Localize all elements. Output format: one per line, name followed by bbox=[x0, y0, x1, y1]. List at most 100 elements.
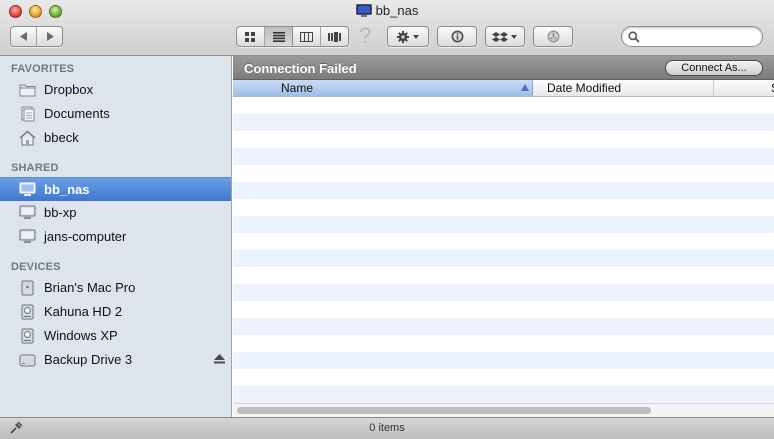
icon-view-button[interactable] bbox=[237, 27, 265, 46]
sidebar-section-devices: DEVICES bbox=[11, 261, 61, 273]
finder-window: bb_nas ? FAVORITES Dropbox Documents bbe… bbox=[0, 0, 774, 439]
sidebar-item-label: Backup Drive 3 bbox=[44, 352, 133, 367]
forward-button[interactable] bbox=[37, 27, 63, 46]
cover-flow-icon bbox=[328, 31, 341, 42]
sidebar-item-backup-drive-3[interactable]: Backup Drive 3 bbox=[0, 348, 231, 372]
computer-icon bbox=[19, 229, 36, 245]
column-header-size[interactable]: S bbox=[715, 80, 774, 96]
burn-button[interactable] bbox=[533, 26, 573, 47]
list-row-empty bbox=[233, 369, 774, 386]
list-row-empty bbox=[233, 216, 774, 233]
scrollbar-thumb[interactable] bbox=[237, 407, 651, 414]
action-menu-button[interactable] bbox=[387, 26, 429, 47]
sidebar-section-favorites: FAVORITES bbox=[11, 63, 75, 75]
sidebar-item-label: Kahuna HD 2 bbox=[44, 304, 123, 319]
back-arrow-icon bbox=[19, 32, 27, 41]
burn-icon bbox=[547, 30, 559, 43]
hard-drive-icon bbox=[19, 304, 36, 320]
mac-pro-icon bbox=[19, 280, 36, 296]
sidebar-item-windows-xp[interactable]: Windows XP bbox=[0, 324, 231, 348]
column-header-date-modified[interactable]: Date Modified bbox=[534, 80, 714, 96]
cover-flow-button[interactable] bbox=[321, 27, 349, 46]
list-row-empty bbox=[233, 250, 774, 267]
sidebar-item-kahuna-hd-2[interactable]: Kahuna HD 2 bbox=[0, 300, 231, 324]
eject-icon[interactable] bbox=[214, 354, 225, 364]
column-view-button[interactable] bbox=[293, 27, 321, 46]
grid-icon bbox=[245, 31, 255, 42]
columns-icon bbox=[300, 31, 313, 42]
external-drive-icon bbox=[19, 352, 36, 368]
list-row-empty bbox=[233, 386, 774, 403]
sidebar-item-bb-nas[interactable]: bb_nas bbox=[0, 177, 231, 201]
window-title-area: bb_nas bbox=[0, 3, 774, 18]
sidebar-item-label: Dropbox bbox=[44, 82, 94, 97]
item-count-status: 0 items bbox=[369, 422, 405, 434]
sidebar: FAVORITES Dropbox Documents bbeck SHARED… bbox=[0, 56, 232, 417]
list-row-empty bbox=[233, 335, 774, 352]
list-row-empty bbox=[233, 131, 774, 148]
dropbox-icon bbox=[492, 31, 517, 42]
computer-icon bbox=[19, 205, 36, 221]
search-field[interactable] bbox=[621, 26, 763, 47]
sidebar-item-label: bb_nas bbox=[44, 182, 90, 197]
sidebar-item-label: bb-xp bbox=[44, 205, 77, 220]
file-list bbox=[233, 97, 774, 403]
sidebar-item-label: jans-computer bbox=[44, 229, 127, 244]
forward-arrow-icon bbox=[47, 32, 54, 41]
list-row-empty bbox=[233, 301, 774, 318]
folder-icon bbox=[19, 82, 36, 98]
dropbox-menu-button[interactable] bbox=[485, 26, 525, 47]
connection-status-title: Connection Failed bbox=[244, 61, 357, 76]
list-row-empty bbox=[233, 318, 774, 335]
sidebar-item-label: bbeck bbox=[44, 130, 79, 145]
back-forward-control bbox=[10, 26, 63, 47]
column-date-label: Date Modified bbox=[547, 81, 622, 95]
sidebar-section-shared: SHARED bbox=[11, 162, 59, 174]
list-view-button[interactable] bbox=[265, 27, 293, 46]
sidebar-item-label: Brian's Mac Pro bbox=[44, 280, 136, 295]
list-row-empty bbox=[233, 114, 774, 131]
computer-icon bbox=[19, 182, 36, 198]
gear-icon bbox=[397, 30, 419, 43]
sidebar-item-brians-mac-pro[interactable]: Brian's Mac Pro bbox=[0, 276, 231, 300]
connect-as-button[interactable]: Connect As... bbox=[665, 60, 763, 76]
window-title: bb_nas bbox=[375, 3, 419, 18]
column-name-label: Name bbox=[281, 81, 314, 95]
list-row-empty bbox=[233, 165, 774, 182]
titlebar: bb_nas ? bbox=[0, 0, 774, 56]
sort-ascending-icon bbox=[521, 84, 529, 91]
list-row-empty bbox=[233, 233, 774, 250]
sidebar-item-bb-xp[interactable]: bb-xp bbox=[0, 201, 231, 225]
list-row-empty bbox=[233, 148, 774, 165]
list-row-empty bbox=[233, 199, 774, 216]
back-button[interactable] bbox=[11, 27, 37, 46]
hard-drive-icon bbox=[19, 328, 36, 344]
get-info-button[interactable] bbox=[437, 26, 477, 47]
file-list-pane: Connection Failed Connect As... Name Dat… bbox=[233, 56, 774, 417]
sidebar-item-dropbox[interactable]: Dropbox bbox=[0, 78, 231, 102]
home-icon bbox=[19, 130, 36, 146]
sidebar-item-label: Windows XP bbox=[44, 328, 118, 343]
documents-icon bbox=[19, 106, 36, 122]
list-row-empty bbox=[233, 284, 774, 301]
list-row-empty bbox=[233, 267, 774, 284]
list-row-empty bbox=[233, 182, 774, 199]
sidebar-item-label: Documents bbox=[44, 106, 110, 121]
list-row-empty bbox=[233, 97, 774, 114]
sidebar-item-jans-computer[interactable]: jans-computer bbox=[0, 225, 231, 249]
connection-bar: Connection Failed Connect As... bbox=[233, 56, 774, 80]
search-icon bbox=[628, 31, 640, 43]
network-server-icon bbox=[355, 4, 372, 17]
list-row-empty bbox=[233, 352, 774, 369]
column-header: Name Date Modified S bbox=[233, 80, 774, 97]
info-icon bbox=[451, 30, 463, 43]
search-input[interactable] bbox=[644, 29, 756, 44]
list-icon bbox=[272, 31, 285, 42]
help-icon[interactable]: ? bbox=[359, 23, 371, 49]
sidebar-item-documents[interactable]: Documents bbox=[0, 102, 231, 126]
view-mode-control bbox=[236, 26, 349, 47]
horizontal-scrollbar[interactable] bbox=[233, 403, 774, 417]
sidebar-item-bbeck[interactable]: bbeck bbox=[0, 126, 231, 150]
status-bar: 0 items bbox=[0, 417, 774, 439]
column-header-name[interactable]: Name bbox=[233, 80, 533, 96]
